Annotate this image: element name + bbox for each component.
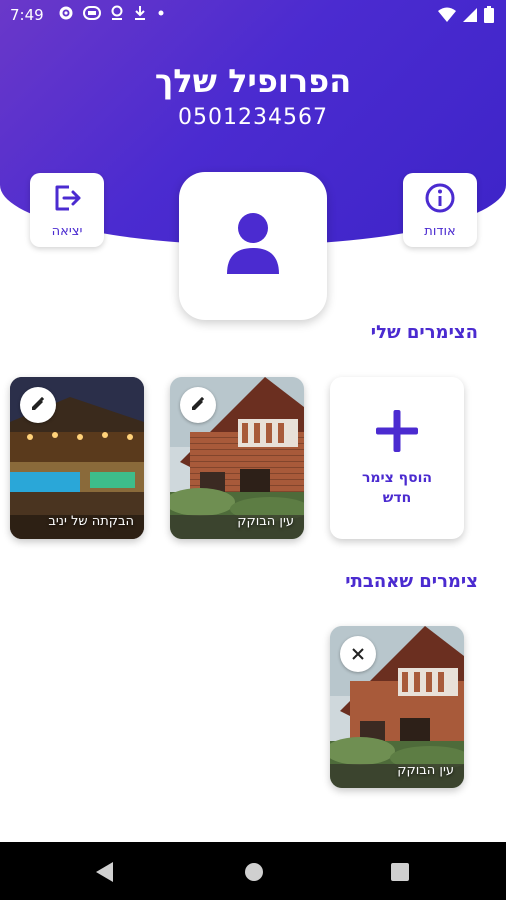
favorite-cabins-title: צימרים שאהבתי bbox=[345, 571, 478, 592]
page-title: הפרופיל שלך bbox=[154, 62, 352, 100]
back-icon[interactable] bbox=[96, 862, 114, 886]
remove-favorite-button[interactable] bbox=[340, 636, 376, 672]
cabin-name: עין הבוקק bbox=[237, 514, 294, 529]
logout-button[interactable]: יציאה bbox=[30, 173, 104, 247]
navigation-bar bbox=[0, 842, 506, 900]
settings-icon bbox=[58, 5, 74, 25]
recents-icon[interactable] bbox=[391, 863, 409, 885]
cabin-name: עין הבוקק bbox=[397, 763, 454, 778]
info-icon bbox=[424, 182, 456, 218]
status-bar: 7:49 bbox=[0, 0, 506, 30]
plus-icon bbox=[374, 408, 420, 458]
battery-icon bbox=[484, 6, 494, 27]
about-label: אודות bbox=[424, 223, 456, 239]
cabin-name: הבקתה של יניב bbox=[48, 514, 134, 529]
status-time: 7:49 bbox=[10, 6, 44, 24]
favorite-cabin-card[interactable]: עין הבוקק bbox=[330, 626, 464, 788]
phone-number: 0501234567 bbox=[178, 105, 328, 130]
disc-icon bbox=[83, 5, 101, 25]
person-icon bbox=[225, 212, 281, 280]
wifi-icon bbox=[438, 7, 456, 27]
avatar[interactable] bbox=[179, 172, 327, 320]
my-cabin-card[interactable]: עין הבוקק bbox=[170, 377, 304, 539]
about-button[interactable]: אודות bbox=[403, 173, 477, 247]
edit-button[interactable] bbox=[20, 387, 56, 423]
close-icon bbox=[352, 645, 364, 664]
edit-icon bbox=[31, 396, 45, 415]
add-cabin-label: הוסף צימר חדש bbox=[361, 470, 433, 506]
my-cabins-title: הצימרים שלי bbox=[370, 322, 478, 343]
logout-label: יציאה bbox=[51, 223, 83, 239]
location-icon bbox=[110, 5, 124, 25]
signal-icon bbox=[462, 7, 478, 27]
add-cabin-button[interactable]: הוסף צימר חדש bbox=[330, 377, 464, 539]
logout-icon bbox=[51, 182, 83, 218]
my-cabin-card[interactable]: הבקתה של יניב bbox=[10, 377, 144, 539]
edit-icon bbox=[191, 396, 205, 415]
download-icon bbox=[133, 5, 147, 25]
home-icon[interactable] bbox=[244, 862, 264, 886]
edit-button[interactable] bbox=[180, 387, 216, 423]
dot-icon bbox=[156, 5, 166, 25]
